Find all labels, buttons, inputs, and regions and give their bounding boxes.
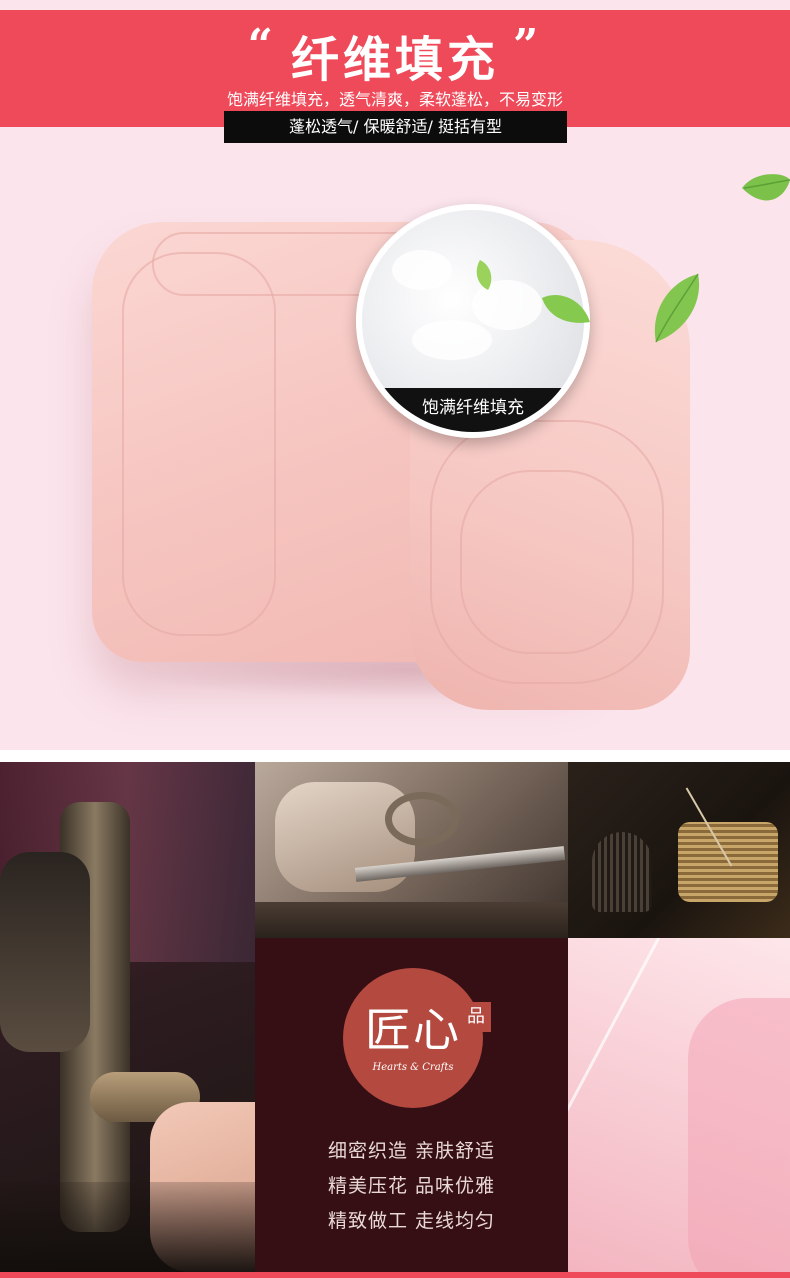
leaf-icon: [742, 174, 790, 201]
filling-section: “ 纤维填充 ” 饱满纤维填充，透气清爽，柔软蓬松，不易变形 蓬松透气/ 保暖舒适/…: [0, 0, 790, 750]
leaf-icon: [542, 295, 590, 323]
sewing-machine-photo: [0, 762, 255, 1278]
thimble-thread-photo: [568, 762, 790, 938]
tagline-bar: 蓬松透气/ 保暖舒适/ 挺括有型: [224, 111, 567, 143]
product-detail-page: “ 纤维填充 ” 饱满纤维填充，透气清爽，柔软蓬松，不易变形 蓬松透气/ 保暖舒适/…: [0, 0, 790, 1278]
leaf-icon: [476, 260, 492, 290]
logo-badge: 品: [461, 1002, 491, 1032]
thimble: [592, 832, 652, 912]
machine-body: [0, 852, 90, 1052]
feature-line: 细密织造 亲肤舒适: [327, 1140, 496, 1162]
section-title: “ 纤维填充 ”: [0, 20, 790, 90]
quote-close: ”: [513, 20, 543, 71]
zoom-label: 饱满纤维填充: [362, 388, 584, 432]
fabric-fold: [688, 998, 790, 1278]
feature-line: 精美压花 品味优雅: [327, 1175, 496, 1197]
brand-panel: 匠心 Hearts & Crafts 品 细密织造 亲肤舒适 精美压花 品味优雅…: [255, 938, 568, 1278]
scissors-photo: [255, 762, 568, 938]
feature-list: 细密织造 亲肤舒适 精美压花 品味优雅 精致做工 走线均匀: [255, 1134, 568, 1239]
section-divider: [0, 750, 790, 762]
table-edge: [255, 902, 568, 938]
quilt-seam: [122, 252, 276, 636]
logo-subtext: Hearts & Crafts: [372, 1062, 454, 1073]
table-shadow: [0, 1182, 255, 1278]
feature-line: 精致做工 走线均匀: [327, 1210, 496, 1232]
section-subtitle: 饱满纤维填充，透气清爽，柔软蓬松，不易变形: [226, 90, 563, 109]
brand-logo: 匠心 Hearts & Crafts: [343, 968, 483, 1108]
leaf-icon: [654, 273, 700, 343]
quote-open: “: [247, 20, 277, 71]
fabric-detail-photo: [568, 938, 790, 1278]
bottom-accent-bar: [0, 1272, 790, 1278]
scissor-handle: [385, 792, 459, 846]
fiber-blob: [392, 250, 452, 290]
fiber-blob: [412, 320, 492, 360]
title-text: 纤维填充: [290, 32, 499, 88]
quilt-seam: [460, 470, 634, 654]
